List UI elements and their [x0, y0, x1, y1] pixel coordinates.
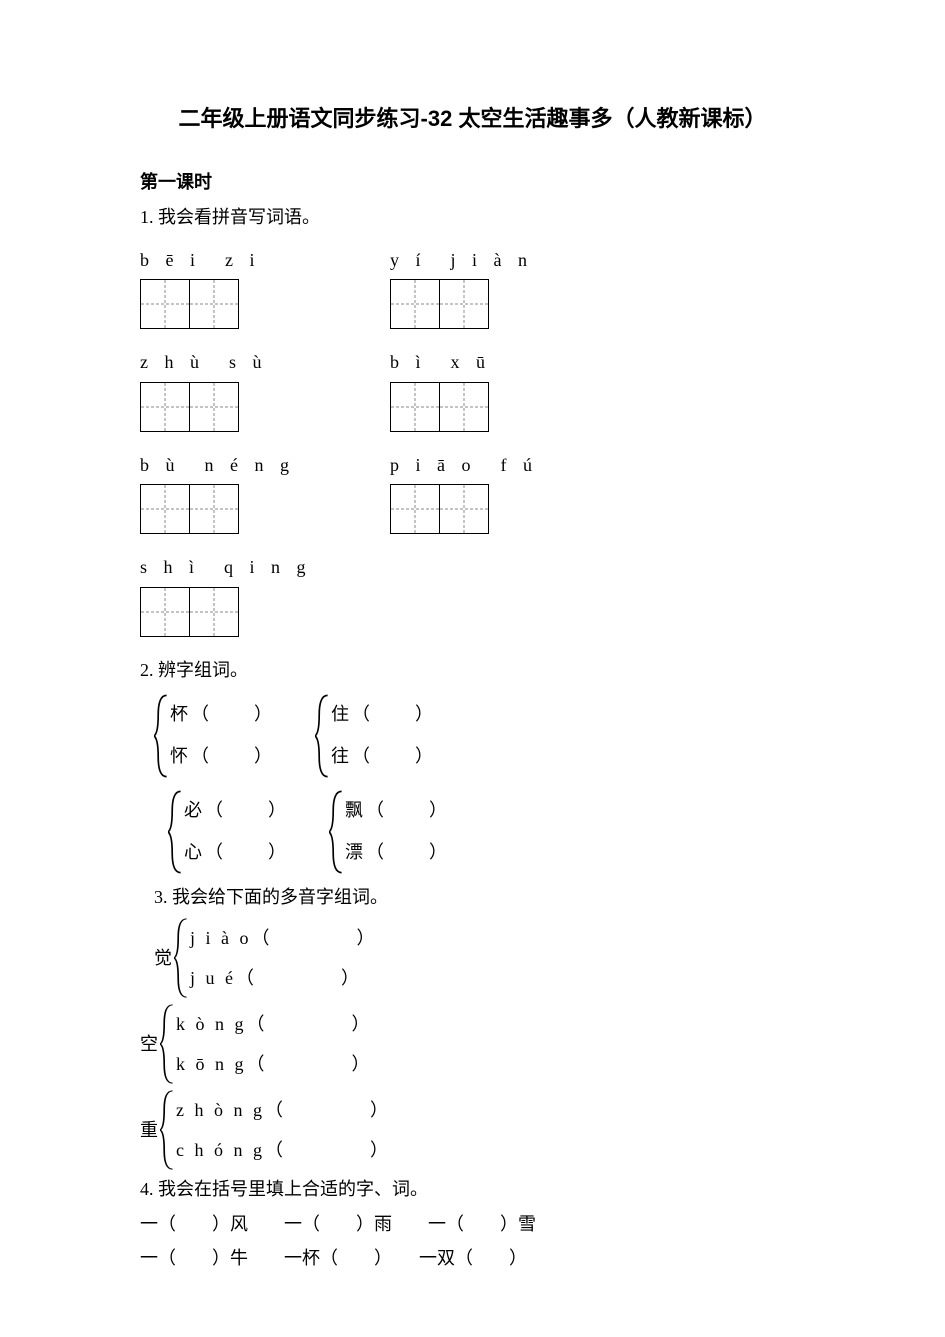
q1-row3-boxes — [140, 484, 805, 534]
tian-box[interactable] — [189, 484, 239, 534]
tian-pair[interactable] — [140, 587, 390, 637]
tian-pair[interactable] — [390, 382, 640, 432]
q3-reading[interactable]: j u é（ ） — [190, 963, 378, 994]
q1-row3-pinyin: b ù n é n g p i ā o f ú — [140, 450, 805, 481]
tian-box[interactable] — [140, 587, 190, 637]
q3-prompt: 3. 我会给下面的多音字组词。 — [154, 882, 805, 913]
q2-row1: 杯（ ） 怀（ ） 住（ ） 往（ ） — [154, 690, 805, 782]
tian-box[interactable] — [189, 382, 239, 432]
q3-label: 重 — [140, 1090, 160, 1170]
tian-box[interactable] — [140, 484, 190, 534]
tian-box[interactable] — [390, 279, 440, 329]
q3-label: 觉 — [154, 918, 174, 998]
brace-icon — [160, 1090, 174, 1170]
q2-item[interactable]: 住（ ） — [331, 699, 436, 730]
worksheet-page: 二年级上册语文同步练习-32 太空生活趣事多（人教新课标） 第一课时 1. 我会… — [0, 0, 945, 1334]
brace-icon — [329, 790, 343, 874]
tian-box[interactable] — [390, 484, 440, 534]
pinyin-text: s h ì q i n g — [140, 557, 312, 577]
q2-item[interactable]: 必（ ） — [184, 795, 289, 826]
q2-item[interactable]: 漂（ ） — [345, 837, 450, 868]
pinyin-text: y í j i à n — [390, 250, 533, 270]
brace-icon — [154, 694, 168, 778]
tian-box[interactable] — [390, 382, 440, 432]
q1-row1-pinyin: b ē i z i y í j i à n — [140, 245, 805, 276]
tian-pair[interactable] — [390, 279, 640, 329]
tian-box[interactable] — [189, 279, 239, 329]
tian-box[interactable] — [189, 587, 239, 637]
brace-icon — [160, 1004, 174, 1084]
q2-item[interactable]: 飘（ ） — [345, 795, 450, 826]
q3-label: 空 — [140, 1004, 160, 1084]
tian-pair[interactable] — [390, 484, 640, 534]
q2-item[interactable]: 心（ ） — [184, 837, 289, 868]
q2-row2: 必（ ） 心（ ） 飘（ ） 漂（ ） — [168, 786, 805, 878]
pinyin-text: b ē i z i — [140, 250, 260, 270]
q2-group3: 必（ ） 心（ ） — [168, 790, 289, 874]
tian-box[interactable] — [439, 382, 489, 432]
brace-icon — [168, 790, 182, 874]
q3-group-jue: 觉 j i à o（ ） j u é（ ） — [154, 918, 805, 998]
q1-row4-boxes — [140, 587, 805, 637]
q1-row1-boxes — [140, 279, 805, 329]
q3-reading[interactable]: k ò n g（ ） — [176, 1009, 373, 1040]
pinyin-text: z h ù s ù — [140, 352, 268, 372]
pinyin-text: b ù n é n g — [140, 455, 295, 475]
q4-line1[interactable]: 一（ ）风 一（ ）雨 一（ ）雪 — [140, 1209, 805, 1240]
q3-group-zhong: 重 z h ò n g（ ） c h ó n g（ ） — [140, 1090, 805, 1170]
q3-reading[interactable]: z h ò n g（ ） — [176, 1095, 391, 1126]
q2-item[interactable]: 杯（ ） — [170, 699, 275, 730]
q2-group4: 飘（ ） 漂（ ） — [329, 790, 450, 874]
q4-prompt: 4. 我会在括号里填上合适的字、词。 — [140, 1174, 805, 1205]
pinyin-text: p i ā o f ú — [390, 455, 538, 475]
q2-prompt: 2. 辨字组词。 — [140, 655, 805, 686]
q2-item[interactable]: 怀（ ） — [170, 741, 275, 772]
q1-row4-pinyin: s h ì q i n g — [140, 552, 805, 583]
q1-row2-pinyin: z h ù s ù b ì x ū — [140, 347, 805, 378]
tian-box[interactable] — [140, 279, 190, 329]
pinyin-text: b ì x ū — [390, 352, 491, 372]
q1-prompt: 1. 我会看拼音写词语。 — [140, 202, 805, 233]
q4-line2[interactable]: 一（ ）牛 一杯（ ） 一双（ ） — [140, 1243, 805, 1274]
q3-reading[interactable]: c h ó n g（ ） — [176, 1135, 391, 1166]
tian-pair[interactable] — [140, 279, 390, 329]
q3-reading[interactable]: j i à o（ ） — [190, 923, 378, 954]
q2-item[interactable]: 往（ ） — [331, 741, 436, 772]
q2-group2: 住（ ） 往（ ） — [315, 694, 436, 778]
q3-reading[interactable]: k ō n g（ ） — [176, 1049, 373, 1080]
brace-icon — [315, 694, 329, 778]
lesson-header: 第一课时 — [140, 167, 805, 198]
tian-box[interactable] — [439, 484, 489, 534]
q3-group-kong: 空 k ò n g（ ） k ō n g（ ） — [140, 1004, 805, 1084]
tian-pair[interactable] — [140, 382, 390, 432]
page-title: 二年级上册语文同步练习-32 太空生活趣事多（人教新课标） — [140, 100, 805, 137]
tian-pair[interactable] — [140, 484, 390, 534]
tian-box[interactable] — [439, 279, 489, 329]
q1-row2-boxes — [140, 382, 805, 432]
brace-icon — [174, 918, 188, 998]
q2-group1: 杯（ ） 怀（ ） — [154, 694, 275, 778]
tian-box[interactable] — [140, 382, 190, 432]
